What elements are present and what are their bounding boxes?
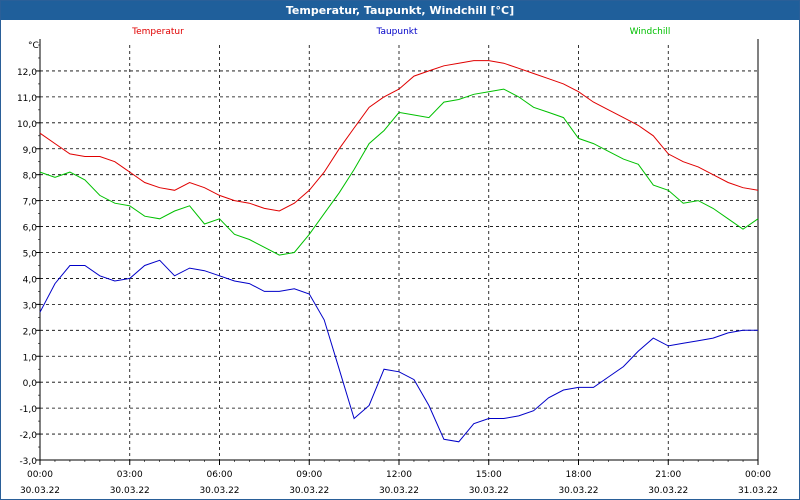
x-tick-time-label: 03:00 bbox=[117, 470, 143, 480]
y-tick-label: 8,0 bbox=[23, 172, 38, 182]
y-tick-label: 4,0 bbox=[23, 275, 38, 285]
y-tick-label: -3,0 bbox=[19, 457, 37, 467]
y-tick-label: 0,0 bbox=[23, 379, 38, 389]
y-tick-label: 2,0 bbox=[23, 327, 38, 337]
x-tick-time-label: 18:00 bbox=[566, 470, 592, 480]
x-tick-time-label: 12:00 bbox=[386, 470, 412, 480]
x-tick-date-label: 30.03.22 bbox=[648, 486, 688, 496]
x-tick-time-label: 09:00 bbox=[296, 470, 322, 480]
x-tick-date-label: 30.03.22 bbox=[558, 486, 598, 496]
x-tick-date-label: 30.03.22 bbox=[20, 486, 60, 496]
x-tick-date-label: 30.03.22 bbox=[110, 486, 150, 496]
legend-label-taupunkt: Taupunkt bbox=[375, 27, 418, 37]
x-tick-time-label: 00:00 bbox=[27, 470, 53, 480]
x-tick-time-label: 00:00 bbox=[745, 470, 771, 480]
y-tick-label: 5,0 bbox=[23, 250, 38, 260]
y-tick-label: 10,0 bbox=[17, 120, 37, 130]
y-tick-label: -1,0 bbox=[19, 405, 37, 415]
y-tick-label: 11,0 bbox=[17, 94, 37, 104]
y-tick-label: 3,0 bbox=[23, 301, 38, 311]
x-tick-date-label: 30.03.22 bbox=[379, 486, 419, 496]
x-tick-time-label: 06:00 bbox=[207, 470, 233, 480]
legend-label-temperatur: Temperatur bbox=[131, 27, 184, 37]
x-tick-date-label: 31.03.22 bbox=[738, 486, 778, 496]
y-tick-label: 12,0 bbox=[17, 68, 37, 78]
legend-label-windchill: Windchill bbox=[630, 27, 671, 37]
line-chart: 12,0 11,0 10,0 9,0 8,0 7,0 6,0 5,0 4,0 3,0 2,0 1,0 0… bbox=[17, 27, 778, 496]
x-tick-time-label: 21:00 bbox=[655, 470, 681, 480]
x-tick-date-label: 30.03.22 bbox=[289, 486, 329, 496]
y-tick-label: -2,0 bbox=[19, 431, 37, 441]
y-axis-unit-label: °C bbox=[28, 41, 39, 51]
x-tick-time-label: 15:00 bbox=[476, 470, 502, 480]
y-tick-label: 1,0 bbox=[23, 353, 38, 363]
y-tick-label: 7,0 bbox=[23, 198, 38, 208]
x-tick-date-label: 30.03.22 bbox=[469, 486, 509, 496]
y-tick-label: 6,0 bbox=[23, 224, 38, 234]
x-tick-date-label: 30.03.22 bbox=[199, 486, 239, 496]
y-tick-label: 9,0 bbox=[23, 146, 38, 156]
